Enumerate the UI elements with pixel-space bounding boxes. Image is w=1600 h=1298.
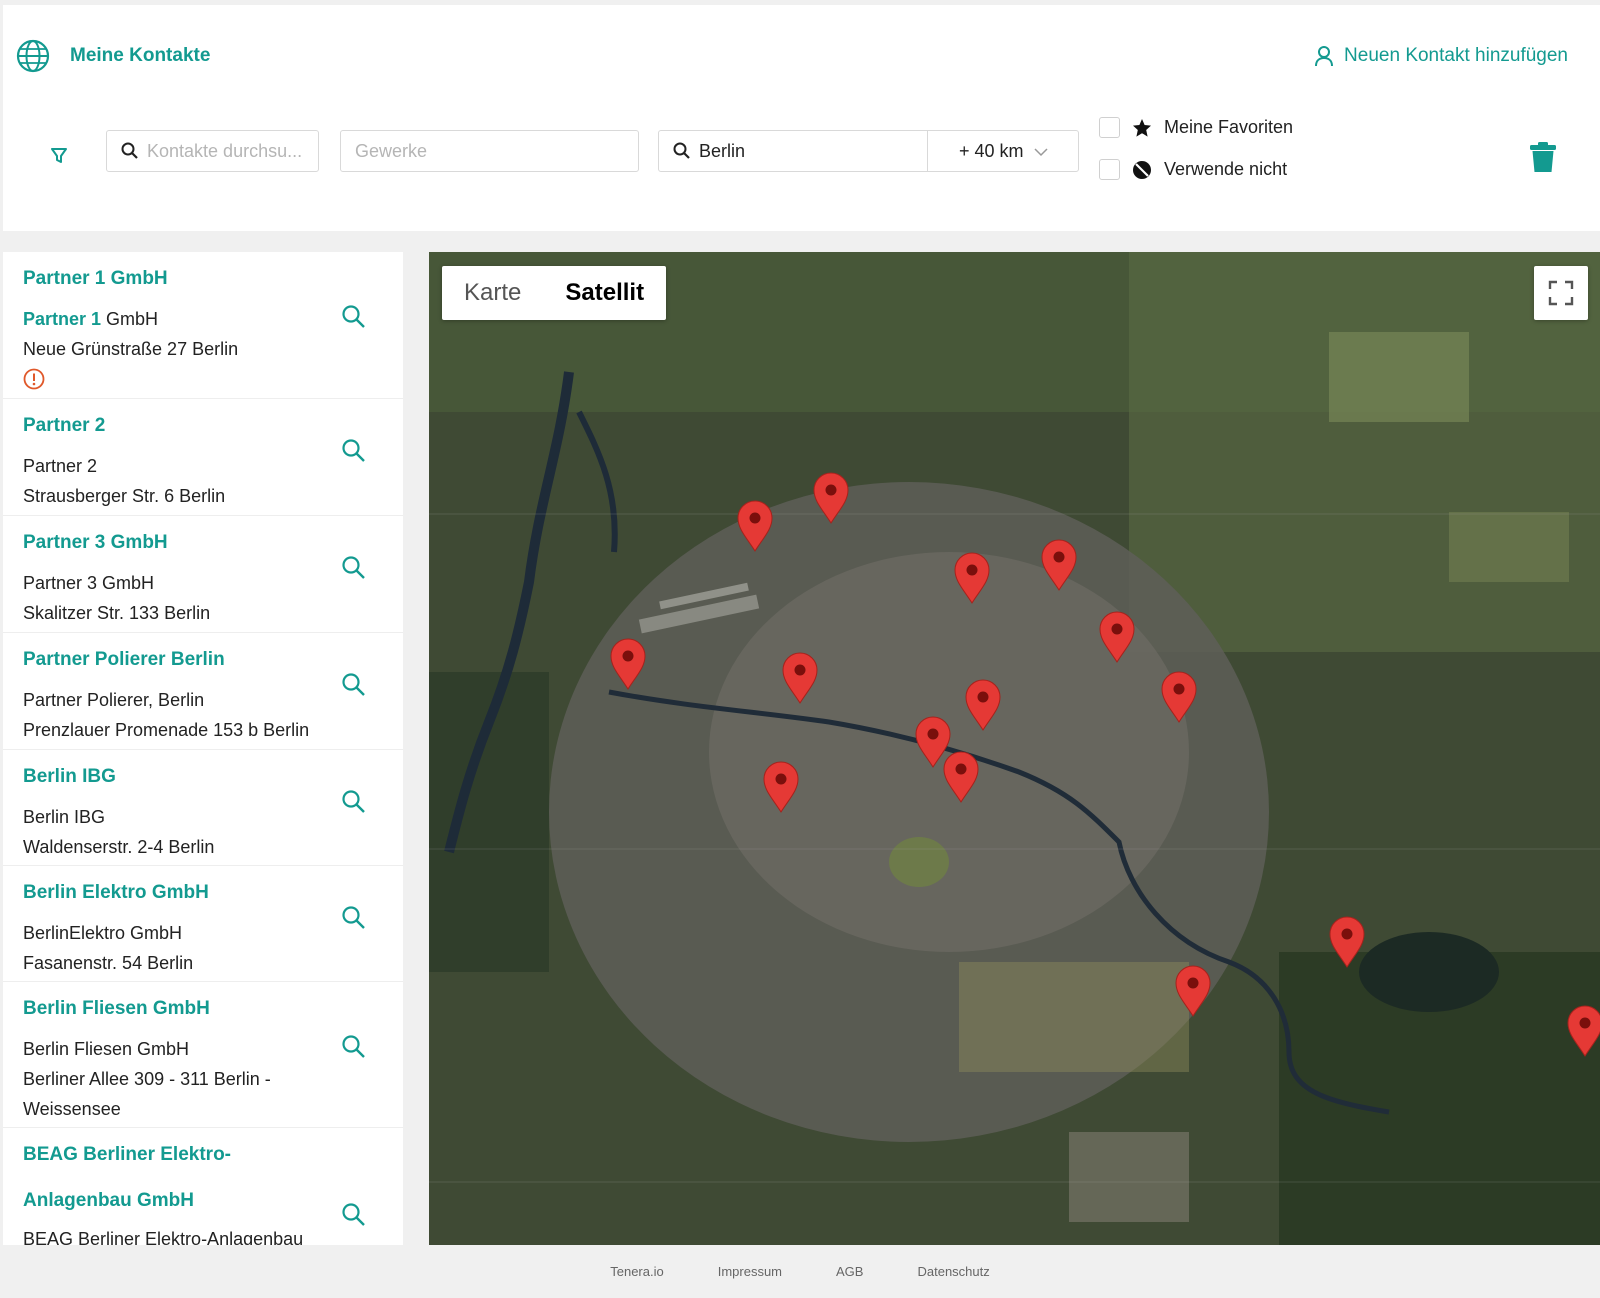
list-item[interactable]: Partner Polierer Berlin Partner Polierer…	[3, 633, 403, 750]
contact-title[interactable]: Berlin Fliesen GmbH	[23, 998, 383, 1020]
map-marker[interactable]	[763, 761, 799, 813]
search-icon	[121, 142, 138, 159]
trash-icon[interactable]	[1528, 141, 1558, 173]
search-icon[interactable]	[341, 555, 367, 581]
map-type-toggle: Karte Satellit	[442, 266, 667, 320]
map[interactable]: Karte Satellit	[429, 252, 1600, 1245]
contact-title[interactable]: Berlin IBG	[23, 766, 383, 788]
list-item[interactable]: Partner 3 GmbH Partner 3 GmbH Skalitzer …	[3, 516, 403, 633]
footer: Tenera.io Impressum AGB Datenschutz	[0, 1245, 1600, 1298]
trades-placeholder: Gewerke	[355, 140, 428, 161]
list-item[interactable]: Berlin IBG Berlin IBG Waldenserstr. 2-4 …	[3, 750, 403, 866]
map-marker[interactable]	[915, 716, 951, 768]
top-bar: Meine Kontakte Neuen Kontakt hinzufügen …	[3, 5, 1600, 231]
list-item[interactable]: Partner 1 GmbH Partner 1 GmbH Neue Grüns…	[3, 252, 403, 399]
user-icon	[1315, 46, 1334, 67]
contact-name: Berlin IBG	[23, 807, 106, 827]
contact-title[interactable]: Partner 3 GmbH	[23, 532, 383, 554]
footer-link-impressum[interactable]: Impressum	[718, 1264, 782, 1279]
contact-search-input[interactable]: Kontakte durchsu...	[106, 130, 319, 172]
contact-list: Partner 1 GmbH Partner 1 GmbH Neue Grüns…	[3, 252, 403, 1245]
brand: Meine Kontakte	[16, 39, 210, 73]
map-marker[interactable]	[965, 679, 1001, 731]
contact-name-bold: Partner 1	[23, 309, 102, 329]
map-marker[interactable]	[943, 751, 979, 803]
contact-name-rest: GmbH	[101, 309, 159, 329]
globe-icon	[16, 39, 50, 73]
contact-address: Waldenserstr. 2-4 Berlin	[23, 837, 215, 857]
page-title: Meine Kontakte	[70, 45, 211, 66]
chevron-down-icon	[1034, 147, 1048, 156]
map-marker[interactable]	[782, 652, 818, 704]
footer-link-tenera[interactable]: Tenera.io	[610, 1264, 663, 1279]
contact-name: Partner 2	[23, 456, 98, 476]
contact-address: Fasanenstr. 54 Berlin	[23, 953, 194, 973]
ban-icon	[1133, 160, 1151, 179]
contact-address: Skalitzer Str. 133 Berlin	[23, 603, 211, 623]
search-icon[interactable]	[341, 438, 367, 464]
map-marker[interactable]	[813, 472, 849, 524]
marker-layer	[610, 472, 1600, 1057]
search-icon[interactable]	[341, 789, 367, 815]
contact-name: BerlinElektro GmbH	[23, 923, 183, 943]
search-icon[interactable]	[341, 1034, 367, 1060]
contact-address: Neue Grünstraße 27 Berlin	[23, 339, 239, 359]
fullscreen-button[interactable]	[1534, 266, 1588, 320]
search-placeholder: Kontakte durchsu...	[147, 140, 303, 161]
search-icon	[673, 142, 690, 159]
do-not-use-checkbox[interactable]	[1099, 159, 1120, 180]
radius-select[interactable]: + 40 km	[959, 141, 1048, 162]
footer-link-datenschutz[interactable]: Datenschutz	[917, 1264, 989, 1279]
add-contact-button[interactable]: Neuen Kontakt hinzufügen	[1314, 45, 1568, 67]
map-marker[interactable]	[1041, 539, 1077, 591]
divider	[927, 131, 928, 171]
contact-address: Strausberger Str. 6 Berlin	[23, 486, 226, 506]
list-item[interactable]: BEAG Berliner Elektro-Anlagenbau GmbH BE…	[3, 1128, 403, 1245]
contact-title[interactable]: BEAG Berliner Elektro-Anlagenbau GmbH	[23, 1132, 243, 1224]
favorites-checkbox[interactable]	[1099, 117, 1120, 138]
star-icon	[1133, 118, 1151, 137]
favorites-filter: Meine Favoriten	[1099, 117, 1293, 138]
contact-name: Berlin Fliesen GmbH	[23, 1039, 190, 1059]
add-contact-label: Neuen Kontakt hinzufügen	[1344, 45, 1568, 66]
map-marker[interactable]	[1099, 611, 1135, 663]
contact-title[interactable]: Partner 2	[23, 415, 383, 437]
contact-name: Partner Polierer, Berlin	[23, 690, 205, 710]
search-icon[interactable]	[341, 905, 367, 931]
search-icon[interactable]	[341, 304, 367, 330]
map-marker[interactable]	[1175, 965, 1211, 1017]
do-not-use-label: Verwende nicht	[1164, 159, 1288, 179]
favorites-label: Meine Favoriten	[1164, 117, 1294, 137]
contact-name: Partner 3 GmbH	[23, 573, 155, 593]
footer-link-agb[interactable]: AGB	[836, 1264, 863, 1279]
list-item[interactable]: Berlin Elektro GmbH BerlinElektro GmbH F…	[3, 866, 403, 982]
location-value: Berlin	[699, 140, 746, 161]
fullscreen-icon	[1548, 280, 1574, 306]
contact-address: Berliner Allee 309 - 311 Berlin - Weisse…	[23, 1069, 271, 1119]
contact-name: Partner 1 GmbH	[23, 304, 383, 334]
map-marker[interactable]	[610, 638, 646, 690]
tab-map[interactable]: Karte	[442, 266, 543, 320]
search-icon[interactable]	[341, 672, 367, 698]
contact-title[interactable]: Partner Polierer Berlin	[23, 649, 383, 671]
contact-title[interactable]: Partner 1 GmbH	[23, 268, 383, 290]
tab-satellite[interactable]: Satellit	[543, 266, 666, 320]
list-item[interactable]: Partner 2 Partner 2 Strausberger Str. 6 …	[3, 399, 403, 516]
radius-value: + 40 km	[959, 141, 1024, 161]
map-marker[interactable]	[1161, 671, 1197, 723]
warning-icon	[23, 368, 45, 390]
filter-icon[interactable]	[46, 142, 72, 168]
trades-select[interactable]: Gewerke	[340, 130, 639, 172]
search-icon[interactable]	[341, 1202, 367, 1228]
do-not-use-filter: Verwende nicht	[1099, 159, 1287, 180]
contact-address: Prenzlauer Promenade 153 b Berlin	[23, 720, 310, 740]
map-marker[interactable]	[737, 500, 773, 552]
map-marker[interactable]	[1329, 916, 1365, 968]
map-marker[interactable]	[1567, 1005, 1600, 1057]
location-input[interactable]: Berlin + 40 km	[658, 130, 1079, 172]
contact-name: BEAG Berliner Elektro-Anlagenbau	[23, 1229, 304, 1245]
list-item[interactable]: Berlin Fliesen GmbH Berlin Fliesen GmbH …	[3, 982, 403, 1128]
map-marker[interactable]	[954, 552, 990, 604]
contact-title[interactable]: Berlin Elektro GmbH	[23, 882, 383, 904]
